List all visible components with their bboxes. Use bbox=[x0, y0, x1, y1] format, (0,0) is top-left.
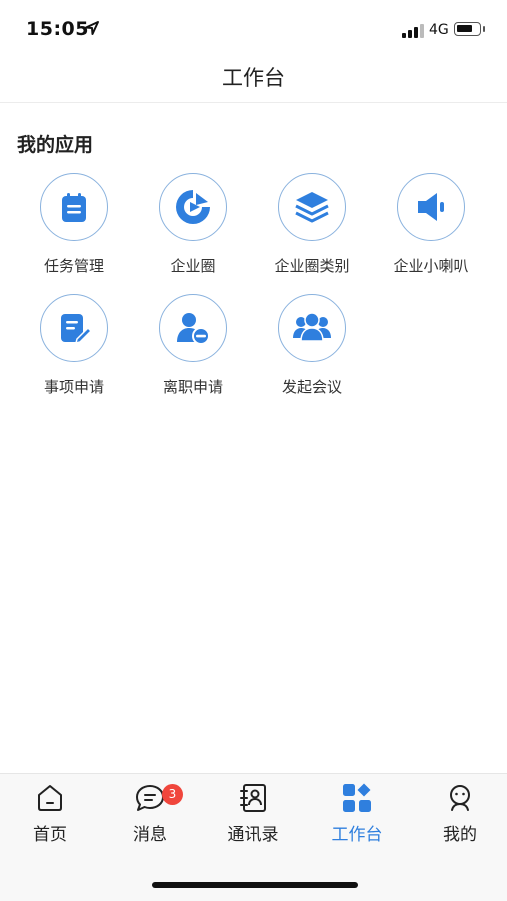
profile-icon bbox=[450, 785, 470, 811]
location-arrow-icon bbox=[85, 21, 99, 35]
app-item-application[interactable]: 事项申请 bbox=[15, 294, 135, 404]
tab-workbench[interactable]: 工作台 bbox=[307, 774, 407, 845]
app-icon-circle bbox=[278, 294, 346, 362]
battery-tip bbox=[483, 26, 485, 32]
grid-apps-icon bbox=[343, 783, 371, 812]
app-icon-circle bbox=[40, 294, 108, 362]
layers-icon bbox=[295, 192, 329, 223]
app-enterprise-speaker[interactable]: 企业小喇叭 bbox=[372, 173, 492, 283]
app-icon-circle bbox=[278, 173, 346, 241]
page-title: 工作台 bbox=[222, 66, 285, 90]
app-label: 企业圈 bbox=[170, 257, 216, 275]
unread-badge: 3 bbox=[162, 784, 183, 805]
status-time: 15:05 bbox=[26, 18, 89, 40]
app-icon-circle bbox=[397, 173, 465, 241]
battery-icon bbox=[454, 22, 481, 36]
tab-home[interactable]: 首页 bbox=[0, 774, 100, 845]
section-title-my-apps: 我的应用 bbox=[17, 134, 94, 156]
home-icon bbox=[38, 785, 62, 811]
home-indicator[interactable] bbox=[152, 882, 358, 888]
tab-label: 首页 bbox=[33, 825, 67, 845]
group-users-icon bbox=[293, 312, 331, 342]
speaker-icon bbox=[418, 193, 444, 221]
app-task-management[interactable]: 任务管理 bbox=[15, 173, 135, 283]
signal-icon bbox=[402, 24, 424, 38]
circle-play-icon bbox=[176, 190, 210, 224]
app-label: 事项申请 bbox=[43, 378, 104, 396]
network-type: 4G bbox=[429, 22, 449, 38]
tab-label: 通讯录 bbox=[227, 825, 279, 845]
status-bar: 15:05 4G bbox=[0, 0, 507, 56]
edit-document-icon bbox=[61, 314, 91, 345]
app-label: 发起会议 bbox=[281, 378, 342, 396]
app-label: 企业圈类别 bbox=[274, 257, 350, 275]
app-icon-circle bbox=[159, 173, 227, 241]
contacts-icon bbox=[240, 784, 266, 812]
tab-mine[interactable]: 我的 bbox=[410, 774, 507, 845]
tab-label: 我的 bbox=[443, 825, 477, 845]
tab-contacts[interactable]: 通讯录 bbox=[203, 774, 303, 845]
page-header: 工作台 bbox=[0, 56, 507, 103]
app-label: 企业小喇叭 bbox=[393, 257, 469, 275]
message-icon bbox=[136, 785, 164, 811]
app-enterprise-circle-category[interactable]: 企业圈类别 bbox=[253, 173, 373, 283]
app-resignation-application[interactable]: 离职申请 bbox=[134, 294, 254, 404]
app-label: 离职申请 bbox=[162, 378, 223, 396]
app-enterprise-circle[interactable]: 企业圈 bbox=[134, 173, 254, 283]
app-icon-circle bbox=[40, 173, 108, 241]
tab-messages[interactable]: 3 消息 bbox=[100, 774, 200, 845]
tab-label: 工作台 bbox=[331, 825, 383, 845]
task-clipboard-icon bbox=[62, 193, 86, 222]
user-remove-icon bbox=[177, 313, 210, 345]
tab-label: 消息 bbox=[133, 825, 167, 845]
app-label: 任务管理 bbox=[43, 257, 104, 275]
app-start-meeting[interactable]: 发起会议 bbox=[253, 294, 373, 404]
app-icon-circle bbox=[159, 294, 227, 362]
